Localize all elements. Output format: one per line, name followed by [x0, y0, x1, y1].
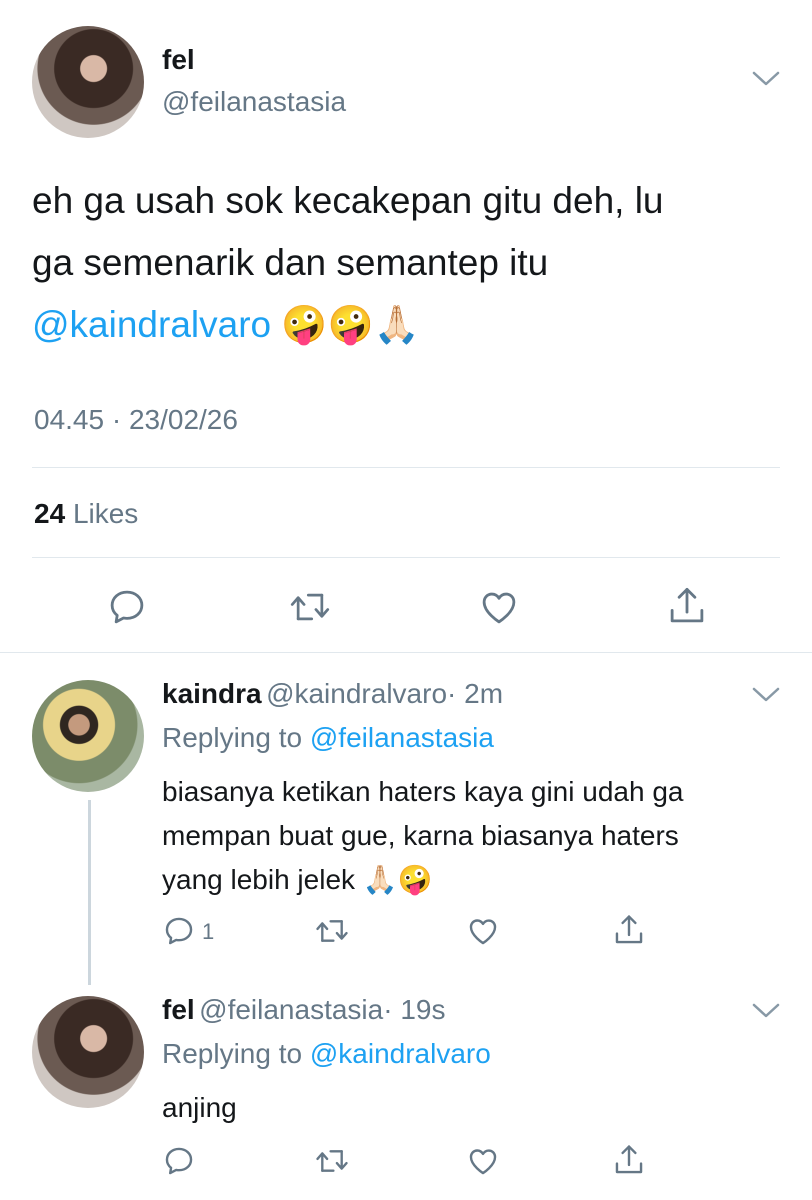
reply-text: biasanya ketikan haters kaya gini udah g…: [162, 770, 792, 902]
divider: [0, 652, 812, 653]
reply-text: anjing: [162, 1092, 237, 1123]
like-icon[interactable]: [478, 586, 520, 628]
reply-text-line: yang lebih jelek 🙏🏻🤪: [162, 858, 792, 902]
reply-header: kaindra @kaindralvaro· 2m: [162, 678, 503, 710]
author-name[interactable]: kaindra: [162, 678, 262, 709]
reply-icon[interactable]: [162, 1144, 196, 1178]
timestamp[interactable]: 04.45 · 23/02/26: [34, 404, 238, 436]
replying-to: Replying to @feilanastasia: [162, 722, 494, 754]
emoji-group: 🙏🏻🤪: [362, 864, 433, 895]
reply-icon[interactable]: [106, 586, 148, 628]
replying-to-label: Replying to: [162, 722, 303, 753]
reply-count: 1: [202, 919, 215, 944]
avatar[interactable]: [32, 26, 144, 138]
like-icon[interactable]: [466, 1144, 500, 1178]
retweet-icon[interactable]: [314, 914, 350, 948]
retweet-icon[interactable]: [288, 586, 332, 628]
retweet-icon[interactable]: [314, 1144, 350, 1178]
reply-time[interactable]: · 19s: [383, 994, 445, 1025]
author-name[interactable]: fel: [162, 44, 195, 76]
share-icon[interactable]: [666, 584, 708, 628]
tweet-text-line: eh ga usah sok kecakepan gitu deh, lu: [32, 180, 664, 221]
likes-count: 24: [34, 498, 66, 529]
divider: [32, 557, 780, 558]
mention-link[interactable]: @kaindralvaro: [32, 304, 271, 345]
like-icon[interactable]: [466, 914, 500, 948]
likes-label: Likes: [72, 498, 139, 529]
reply-text-line: mempan buat gue, karna biasanya haters: [162, 820, 679, 851]
author-name[interactable]: fel: [162, 994, 195, 1025]
reply-text-line-3: yang lebih jelek: [162, 864, 356, 895]
chevron-down-icon[interactable]: [752, 686, 780, 704]
thread-line: [88, 800, 91, 985]
author-handle[interactable]: @feilanastasia: [162, 86, 346, 118]
reply-text-line: biasanya ketikan haters kaya gini udah g…: [162, 776, 684, 807]
chevron-down-icon[interactable]: [752, 1002, 780, 1020]
reply-time[interactable]: · 2m: [447, 678, 503, 709]
avatar[interactable]: [32, 996, 144, 1108]
emoji-group: 🤪🤪🙏🏻: [281, 304, 420, 345]
tweet-text-line: ga semenarik dan semantep itu: [32, 242, 549, 283]
chevron-down-icon[interactable]: [752, 70, 780, 88]
replying-to-handle[interactable]: @kaindralvaro: [310, 1038, 491, 1069]
replying-to-label: Replying to: [162, 1038, 303, 1069]
share-icon[interactable]: [612, 912, 646, 948]
author-handle[interactable]: @kaindralvaro: [266, 678, 447, 709]
avatar[interactable]: [32, 680, 144, 792]
tweet-text: eh ga usah sok kecakepan gitu deh, lu ga…: [32, 170, 792, 356]
reply-header: fel @feilanastasia· 19s: [162, 994, 445, 1026]
tweet-text-line: @kaindralvaro 🤪🤪🙏🏻: [32, 294, 792, 356]
replying-to: Replying to @kaindralvaro: [162, 1038, 491, 1070]
likes-stat[interactable]: 24 Likes: [34, 498, 138, 530]
reply-icon[interactable]: [162, 914, 196, 948]
replying-to-handle[interactable]: @feilanastasia: [310, 722, 494, 753]
divider: [32, 467, 780, 468]
author-handle[interactable]: @feilanastasia: [199, 994, 383, 1025]
share-icon[interactable]: [612, 1142, 646, 1178]
